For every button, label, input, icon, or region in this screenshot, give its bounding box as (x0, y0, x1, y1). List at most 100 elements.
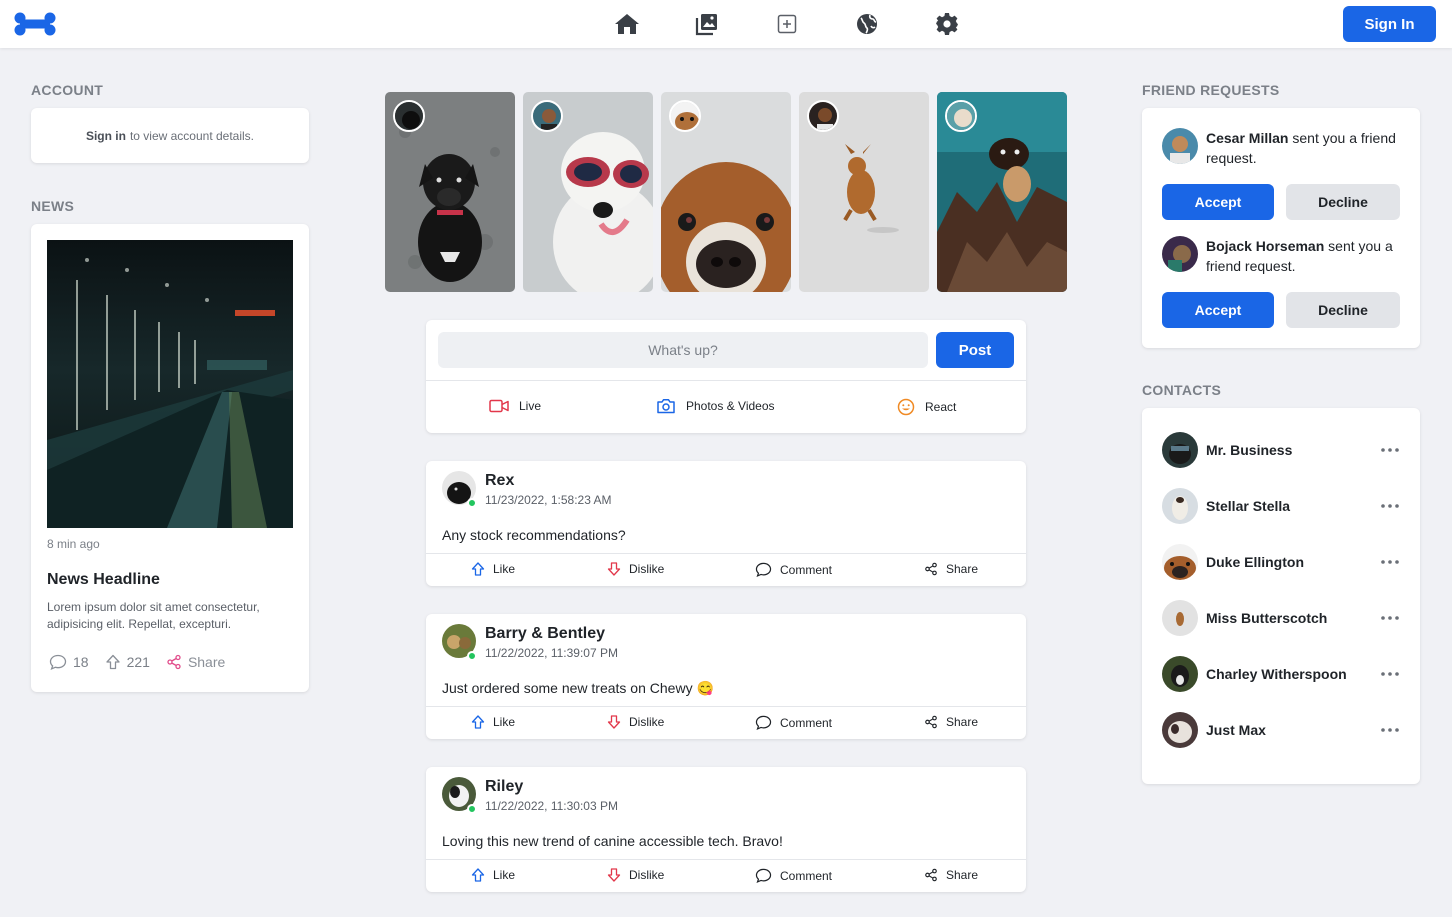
comment-icon (755, 715, 772, 730)
requester-avatar[interactable] (1162, 128, 1198, 164)
contact-name: Duke Ellington (1206, 554, 1304, 570)
contact-name: Just Max (1206, 722, 1266, 738)
story-avatar (945, 100, 977, 132)
share-button[interactable]: Share (924, 562, 978, 576)
contact-name: Miss Butterscotch (1206, 610, 1328, 626)
post-card: Riley 11/22/2022, 11:30:03 PM Loving thi… (426, 767, 1026, 892)
requester-name[interactable]: Cesar Millan (1206, 130, 1288, 146)
requester-avatar[interactable] (1162, 236, 1198, 272)
account-card: Sign in to view account details. (31, 108, 309, 163)
accept-button[interactable]: Accept (1162, 292, 1274, 328)
contacts-card: Mr. Business Stellar Stella Duke Ellingt… (1142, 408, 1420, 784)
dislike-arrow-icon (607, 715, 621, 729)
decline-button[interactable]: Decline (1286, 184, 1400, 220)
globe-icon[interactable] (854, 11, 880, 37)
post-timestamp: 11/22/2022, 11:30:03 PM (485, 799, 618, 813)
more-options-icon[interactable] (1380, 664, 1400, 684)
online-status-indicator (467, 498, 477, 508)
contact-name: Mr. Business (1206, 442, 1293, 458)
like-button[interactable]: Like (471, 715, 515, 729)
account-section-label: ACCOUNT (31, 82, 104, 98)
live-button[interactable]: Live (489, 398, 541, 414)
comments-count[interactable]: 18 (49, 654, 89, 670)
story-card[interactable] (385, 92, 515, 292)
post-text: Any stock recommendations? (442, 527, 626, 543)
post-card: Barry & Bentley 11/22/2022, 11:39:07 PM … (426, 614, 1026, 739)
post-author[interactable]: Riley (485, 778, 523, 796)
bone-logo-icon[interactable] (14, 12, 56, 36)
top-navigation-bar: Sign In (0, 0, 1452, 48)
comment-button[interactable]: Comment (755, 562, 832, 577)
news-body: Lorem ipsum dolor sit amet consectetur, … (47, 600, 260, 631)
react-button[interactable]: React (897, 398, 956, 416)
comment-button[interactable]: Comment (755, 868, 832, 883)
story-avatar (807, 100, 839, 132)
share-icon (925, 715, 937, 729)
post-card: Rex 11/23/2022, 1:58:23 AM Any stock rec… (426, 461, 1026, 586)
more-options-icon[interactable] (1380, 440, 1400, 460)
contact-item[interactable]: Charley Witherspoon (1162, 654, 1400, 694)
dislike-button[interactable]: Dislike (607, 562, 664, 576)
post-timestamp: 11/22/2022, 11:39:07 PM (485, 646, 618, 660)
like-button[interactable]: Like (471, 868, 515, 882)
news-section-label: NEWS (31, 198, 75, 214)
dislike-button[interactable]: Dislike (607, 868, 664, 882)
post-author[interactable]: Rex (485, 472, 514, 490)
story-avatar (669, 100, 701, 132)
contact-item[interactable]: Mr. Business (1162, 430, 1400, 470)
news-image[interactable] (47, 240, 293, 528)
story-card[interactable] (661, 92, 791, 292)
smiley-icon (897, 398, 915, 416)
sign-in-link[interactable]: Sign in (86, 129, 126, 143)
divider (426, 706, 1026, 707)
share-button[interactable]: Share (924, 715, 978, 729)
news-headline[interactable]: News Headline (47, 571, 160, 589)
contact-item[interactable]: Stellar Stella (1162, 486, 1400, 526)
divider (426, 380, 1026, 381)
photos-videos-button[interactable]: Photos & Videos (656, 398, 775, 414)
comment-button[interactable]: Comment (755, 715, 832, 730)
gallery-icon[interactable] (694, 11, 720, 37)
story-card[interactable] (937, 92, 1067, 292)
contact-item[interactable]: Miss Butterscotch (1162, 598, 1400, 638)
post-button[interactable]: Post (936, 332, 1014, 368)
contact-avatar (1162, 712, 1198, 748)
more-options-icon[interactable] (1380, 608, 1400, 628)
sign-in-button[interactable]: Sign In (1343, 6, 1436, 42)
contact-item[interactable]: Just Max (1162, 710, 1400, 750)
scrollbar[interactable] (1452, 0, 1456, 917)
like-button[interactable]: Like (471, 562, 515, 576)
home-icon[interactable] (614, 11, 640, 37)
requester-name[interactable]: Bojack Horseman (1206, 238, 1324, 254)
dislike-button[interactable]: Dislike (607, 715, 664, 729)
video-camera-icon (489, 399, 509, 413)
more-options-icon[interactable] (1380, 552, 1400, 572)
settings-icon[interactable] (934, 11, 960, 37)
contact-avatar (1162, 488, 1198, 524)
news-share-button[interactable]: Share (166, 654, 225, 670)
account-message: to view account details. (129, 128, 255, 143)
accept-button[interactable]: Accept (1162, 184, 1274, 220)
post-author[interactable]: Barry & Bentley (485, 625, 605, 643)
contact-avatar (1162, 432, 1198, 468)
add-post-icon[interactable] (774, 11, 800, 37)
contact-item[interactable]: Duke Ellington (1162, 542, 1400, 582)
story-card[interactable] (523, 92, 653, 292)
friend-request-text: Cesar Millan sent you a friend request. (1206, 130, 1396, 166)
friend-requests-card: Cesar Millan sent you a friend request. … (1142, 108, 1420, 348)
share-icon (167, 654, 181, 670)
status-input[interactable] (438, 332, 928, 368)
divider (426, 859, 1026, 860)
dislike-arrow-icon (607, 562, 621, 576)
comment-icon (49, 654, 67, 670)
online-status-indicator (467, 651, 477, 661)
share-button[interactable]: Share (924, 868, 978, 882)
upvotes-count[interactable]: 221 (105, 654, 150, 670)
more-options-icon[interactable] (1380, 720, 1400, 740)
more-options-icon[interactable] (1380, 496, 1400, 516)
decline-button[interactable]: Decline (1286, 292, 1400, 328)
friend-request-text: Bojack Horseman sent you a friend reques… (1206, 238, 1393, 274)
comment-icon (755, 868, 772, 883)
story-card[interactable] (799, 92, 929, 292)
post-text: Loving this new trend of canine accessib… (442, 833, 783, 849)
